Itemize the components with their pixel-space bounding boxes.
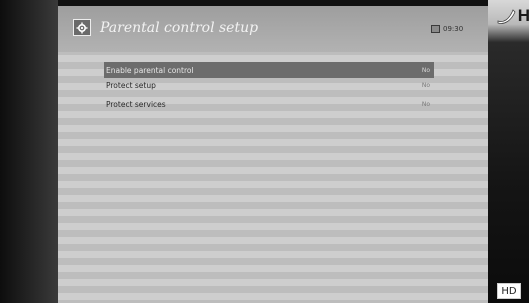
channel-logo-icon — [497, 9, 516, 24]
hd-badge: HD — [497, 283, 521, 299]
tv-frame: H HD Parental control setup 09:30 Enable… — [0, 0, 529, 303]
menu-item-value: No — [421, 101, 430, 108]
settings-menu: Enable parental control No Protect setup… — [104, 62, 434, 117]
right-border — [488, 0, 529, 303]
clock-time: 09:30 — [443, 25, 464, 33]
osd-screen: Parental control setup 09:30 Enable pare… — [58, 6, 488, 303]
menu-item-label: Enable parental control — [106, 65, 194, 75]
page-title: Parental control setup — [100, 20, 259, 36]
channel-logo-letter: H — [517, 6, 529, 25]
menu-item-value: No — [421, 66, 430, 74]
clock: 09:30 — [431, 23, 463, 35]
gear-glyph — [76, 22, 88, 33]
left-border — [0, 0, 58, 303]
channel-logo: H — [490, 2, 529, 30]
menu-item-label: Protect setup — [106, 81, 156, 90]
title-bar: Parental control setup 09:30 — [58, 6, 488, 52]
menu-item-enable-parental-control[interactable]: Enable parental control No — [104, 62, 434, 78]
menu-item-protect-services[interactable]: Protect services No — [104, 98, 434, 111]
menu-item-label: Protect services — [106, 100, 166, 109]
menu-item-value: No — [421, 82, 430, 89]
gear-icon — [73, 19, 91, 36]
clock-icon — [431, 25, 440, 33]
menu-item-protect-setup[interactable]: Protect setup No — [104, 79, 434, 92]
